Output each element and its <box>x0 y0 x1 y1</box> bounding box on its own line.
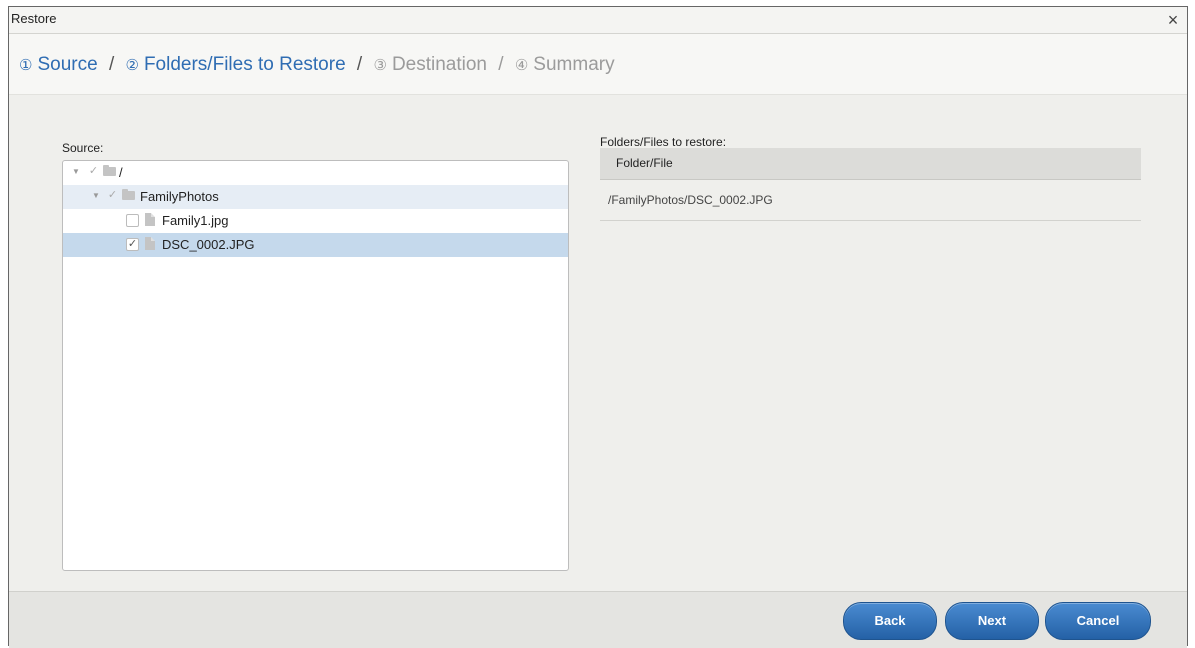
restore-dialog: Restore × ① Source / ② Folders/Files to Re… <box>8 6 1188 648</box>
step-number: ② <box>125 57 139 74</box>
step-label: Destination <box>391 54 487 75</box>
file-icon <box>145 237 155 250</box>
folder-icon <box>103 165 116 176</box>
step-number: ③ <box>373 57 387 74</box>
next-button[interactable]: Next <box>945 602 1039 640</box>
column-header-folder-file[interactable]: Folder/File <box>600 148 1141 180</box>
step-separator: / <box>498 54 504 75</box>
step-destination: ③ Destination <box>368 54 492 75</box>
checkbox-partial[interactable]: ✓ <box>107 190 118 201</box>
close-icon[interactable]: × <box>1163 10 1183 30</box>
step-label: Folders/Files to Restore <box>143 54 346 75</box>
tree-node-dsc0002[interactable]: ✓ DSC_0002.JPG <box>63 233 568 257</box>
checkbox-checked[interactable]: ✓ <box>126 238 139 251</box>
dialog-title: Restore <box>11 11 57 26</box>
tree-node-root[interactable]: ▼ ✓ / <box>63 161 568 185</box>
back-button[interactable]: Back <box>843 602 937 640</box>
title-bar: Restore × <box>9 7 1187 34</box>
step-separator: / <box>108 54 115 75</box>
restore-table: Folder/File /FamilyPhotos/DSC_0002.JPG <box>600 148 1141 221</box>
table-row[interactable]: /FamilyPhotos/DSC_0002.JPG <box>600 180 1141 221</box>
source-label: Source: <box>62 141 104 155</box>
step-label: Source <box>37 54 98 75</box>
checkbox-partial[interactable]: ✓ <box>88 166 99 177</box>
tree-node-label: Family1.jpg <box>162 213 229 228</box>
file-icon <box>145 213 155 226</box>
expand-arrow-icon[interactable]: ▼ <box>72 167 82 176</box>
tree-node-familyphotos[interactable]: ▼ ✓ FamilyPhotos <box>63 185 568 209</box>
step-source[interactable]: ① Source <box>19 54 103 75</box>
cancel-button[interactable]: Cancel <box>1045 602 1151 640</box>
tree-node-label: FamilyPhotos <box>140 189 219 204</box>
checkbox-unchecked[interactable] <box>126 214 139 227</box>
step-separator: / <box>356 54 363 75</box>
tree-node-label: DSC_0002.JPG <box>162 237 255 252</box>
step-number: ④ <box>514 57 529 74</box>
restore-list-label: Folders/Files to restore: <box>600 135 727 149</box>
dialog-footer: Back Next Cancel <box>9 591 1187 648</box>
step-label: Summary <box>533 54 615 75</box>
step-number: ① <box>19 57 33 74</box>
step-folders-files[interactable]: ② Folders/Files to Restore <box>120 54 351 75</box>
step-summary: ④ Summary <box>510 54 615 75</box>
folder-icon <box>122 189 135 200</box>
tree-node-label: / <box>119 165 123 180</box>
source-tree[interactable]: ▼ ✓ / ▼ ✓ FamilyPhotos Family1.jpg ✓ DSC… <box>62 160 569 571</box>
tree-node-family1[interactable]: Family1.jpg <box>63 209 568 233</box>
expand-arrow-icon[interactable]: ▼ <box>92 191 102 200</box>
wizard-steps: ① Source / ② Folders/Files to Restore / ③D… <box>9 34 1187 95</box>
